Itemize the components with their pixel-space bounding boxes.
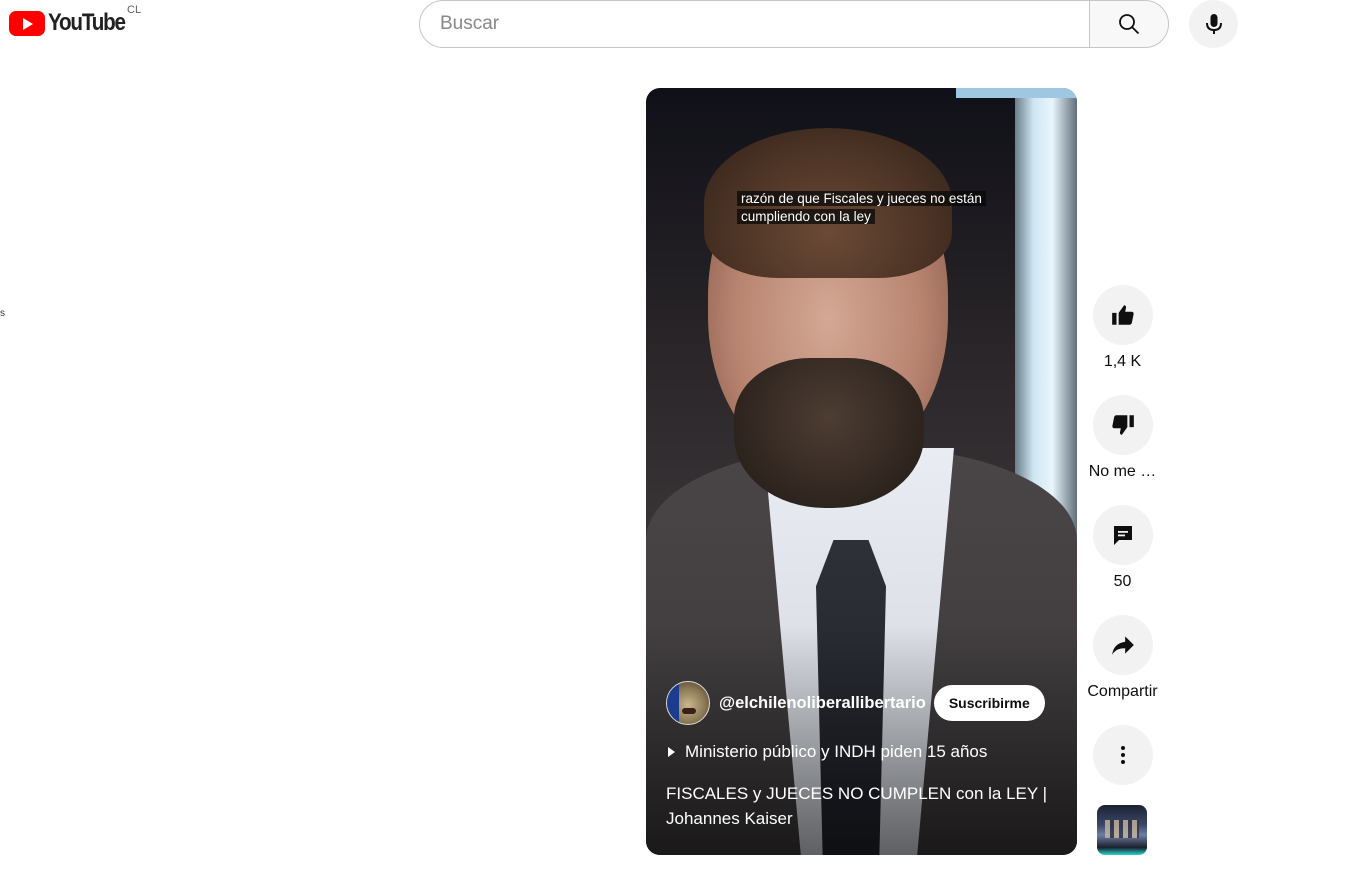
caption-line-1: razón de que Fiscales y jueces no están [737,191,986,206]
like-count: 1,4 K [1103,353,1142,370]
search-bar [419,0,1169,48]
youtube-play-icon [9,10,45,36]
comments-button[interactable] [1092,505,1153,565]
comment-icon [1113,526,1132,545]
subscribe-button[interactable]: Suscribirme [933,685,1045,721]
dislike-label: No me … [1088,463,1157,480]
youtube-logo[interactable]: YouTube [9,9,137,36]
play-triangle-icon [668,747,675,757]
share-label: Compartir [1087,683,1158,700]
logo-text: YouTube [48,9,126,36]
video-frame-beard [734,358,924,508]
share-button[interactable] [1092,615,1153,675]
share-action: Compartir [1083,615,1162,701]
caption-line-2: cumpliendo con la ley [737,209,875,224]
thumbs-up-icon [1111,305,1134,325]
video-title[interactable]: FISCALES y JUECES NO CUMPLEN con la LEY … [666,781,1066,831]
studio-light [956,88,1077,98]
search-input[interactable] [419,0,1089,48]
dislike-button[interactable] [1092,395,1153,455]
like-button[interactable] [1092,285,1153,345]
share-icon [1111,636,1134,655]
channel-info: @elchilenoliberallibertario Suscribirme [666,681,1045,725]
channel-avatar[interactable] [666,681,710,725]
short-video-player[interactable]: razón de que Fiscales y jueces no están … [646,88,1077,855]
more-vertical-icon [1120,746,1125,764]
voice-search-button[interactable] [1189,0,1238,48]
thumbs-down-icon [1111,415,1134,435]
microphone-icon [1205,14,1222,34]
remix-thumbnail[interactable] [1097,805,1147,855]
playlist-link[interactable]: Ministerio público y INDH piden 15 años [668,742,987,762]
comment-count: 50 [1113,573,1132,590]
dislike-action: No me … [1083,395,1162,481]
like-action: 1,4 K [1083,285,1162,371]
country-code: CL [127,4,142,16]
playlist-text: Ministerio público y INDH piden 15 años [685,742,988,761]
more-options-button[interactable] [1092,725,1153,785]
comments-action: 50 [1083,505,1162,591]
sidebar-fragment: s [0,308,5,319]
closed-caption: razón de que Fiscales y jueces no están … [737,190,997,226]
channel-name[interactable]: @elchilenoliberallibertario [719,694,926,713]
search-button[interactable] [1089,0,1169,48]
more-action [1083,725,1162,785]
search-icon [1119,14,1140,35]
